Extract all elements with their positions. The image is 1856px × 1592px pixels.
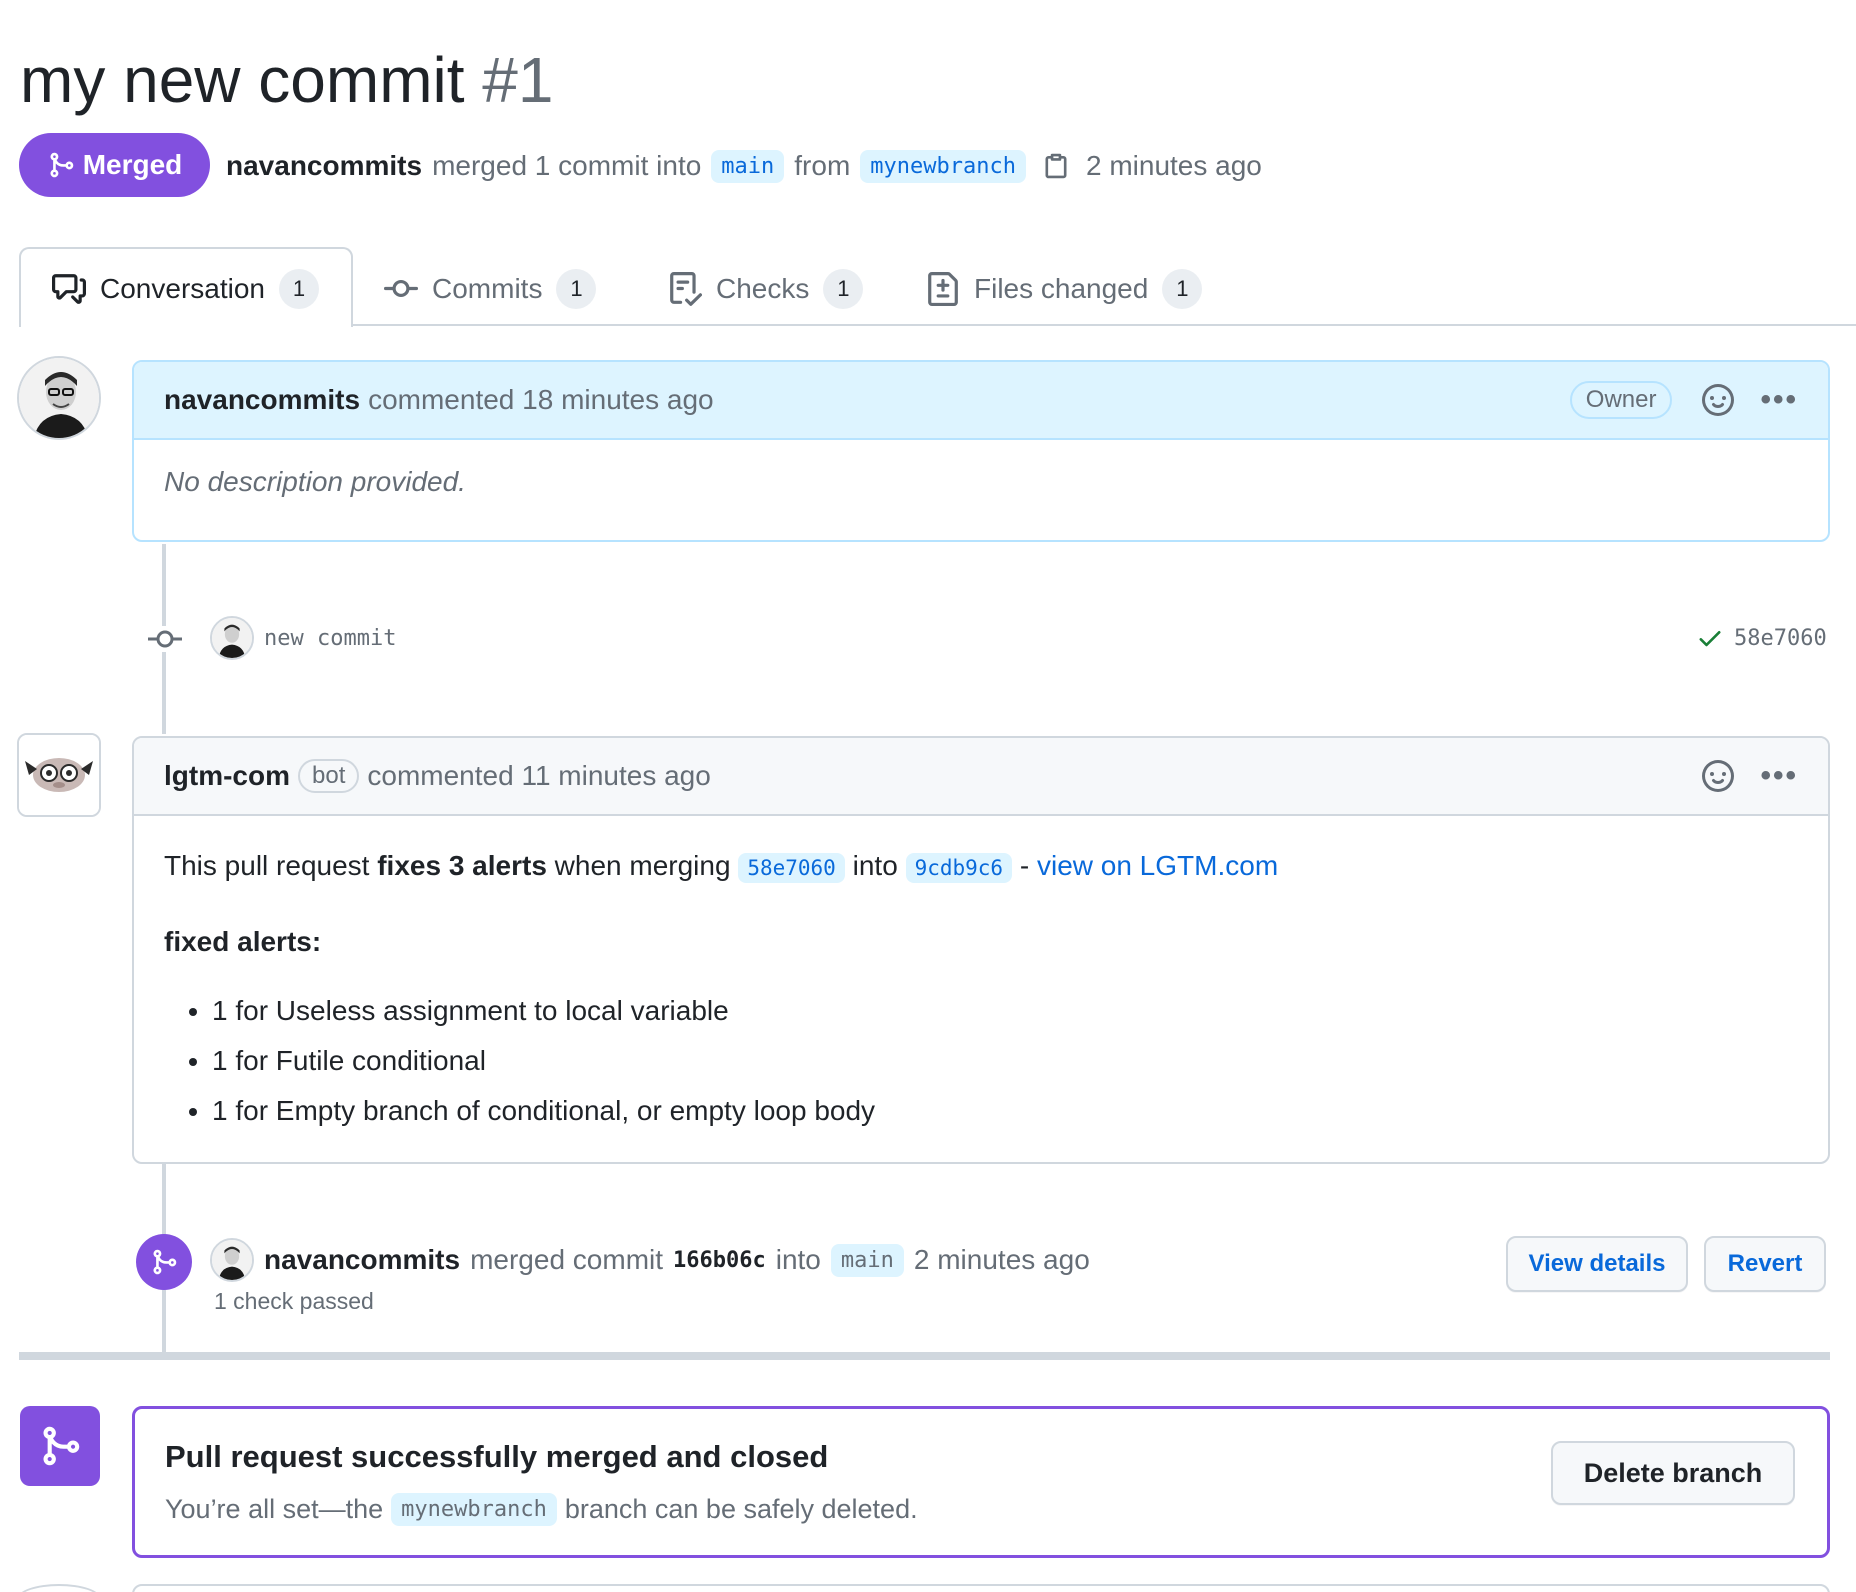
merged-desc-text: branch can be safely deleted. [564,1494,918,1524]
checklist-icon [668,272,702,306]
avatar[interactable] [210,616,254,660]
merged-description: You’re all set—the mynewbranch branch ca… [165,1493,918,1526]
base-branch[interactable]: main [711,149,785,183]
pr-title: my new commit #1 [20,40,553,120]
commit-message-link[interactable]: new commit [264,626,396,651]
bot-badge: bot [298,759,360,793]
comment-discussion-icon [52,272,86,306]
alerts-heading: fixed alerts: [164,926,322,957]
git-merge-icon [136,1234,192,1290]
comment-action[interactable]: commented 11 minutes ago [367,760,710,792]
smiley-icon[interactable] [1700,382,1736,418]
merge-author-link[interactable]: navancommits [264,1244,460,1276]
comment-body: No description provided. [134,440,1828,524]
merge-base-branch[interactable]: main [830,1243,904,1277]
tab-files-counter: 1 [1162,269,1203,309]
tab-conversation-label: Conversation [100,273,265,304]
tab-commits[interactable]: Commits 1 [384,262,597,316]
lgtm-link[interactable]: view on LGTM.com [1037,850,1278,881]
merge-text: merged 1 commit into [432,150,702,181]
pr-time: 2 minutes ago [1085,150,1262,181]
file-diff-icon [926,272,960,306]
kebab-horizontal-icon[interactable]: ••• [1760,759,1798,793]
into-text: into [775,1244,821,1275]
comment-header: lgtm-com bot commented 11 minutes ago ••… [134,738,1828,816]
merged-status-box: Pull request successfully merged and clo… [132,1406,1830,1558]
timeline-divider [19,1352,1830,1360]
head-branch[interactable]: mynewbranch [860,149,1026,183]
merge-time[interactable]: 2 minutes ago [914,1244,1090,1276]
comment-card: navancommits commented 18 minutes ago Ow… [132,360,1830,542]
alerts-list: 1 for Useless assignment to local variab… [164,986,1798,1136]
merged-state-badge: Merged [19,133,210,197]
git-commit-icon [384,272,418,306]
pr-author-link[interactable]: navancommits [226,150,422,182]
list-item: 1 for Empty branch of conditional, or em… [212,1086,1798,1136]
owner-badge: Owner [1569,381,1673,419]
delete-branch-button[interactable]: Delete branch [1551,1441,1795,1505]
merged-desc-text: You’re all set—the [165,1494,384,1524]
merge-commit-sha-link[interactable]: 166b06c [673,1248,766,1273]
avatar[interactable] [210,1238,254,1282]
view-details-button[interactable]: View details [1506,1236,1688,1292]
bot-avatar[interactable] [17,733,101,817]
comment-author-link[interactable]: navancommits [164,384,360,416]
git-commit-icon [148,626,182,657]
smiley-icon[interactable] [1700,758,1736,794]
pr-title-text: my new commit [20,44,465,116]
tab-checks-label: Checks [716,273,810,304]
tab-files-label: Files changed [974,273,1149,304]
avatar[interactable] [17,356,101,440]
git-merge-icon [20,1406,100,1486]
list-item: 1 for Futile conditional [212,1036,1798,1086]
summary-bold: fixes 3 alerts [377,850,547,881]
merge-event: navancommits merged commit 166b06c into … [210,1238,1090,1282]
commit-sha-link[interactable]: 58e7060 [1734,626,1827,651]
comment-body-text: No description provided. [164,466,466,497]
comment-card: lgtm-com bot commented 11 minutes ago ••… [132,736,1830,1164]
merged-title: Pull request successfully merged and clo… [165,1439,829,1474]
copy-icon[interactable] [1042,152,1070,180]
revert-button[interactable]: Revert [1704,1236,1826,1292]
merged-branch[interactable]: mynewbranch [391,1493,557,1526]
summary-text: This pull request [164,850,370,881]
tab-files-changed[interactable]: Files changed 1 [926,262,1203,316]
pr-number: #1 [482,44,554,116]
comment-author-link[interactable]: lgtm-com [164,760,290,792]
lgtm-summary: This pull request fixes 3 alerts when me… [164,844,1798,890]
tab-conversation-counter: 1 [278,269,319,309]
tab-commits-label: Commits [432,273,543,304]
tab-checks-counter: 1 [823,269,864,309]
dash-text: - [1019,850,1030,881]
comment-card [132,1584,1830,1592]
commit-status: 58e7060 [1696,624,1827,652]
comment-body: This pull request fixes 3 alerts when me… [134,816,1828,1162]
tab-commits-counter: 1 [556,269,597,309]
list-item: 1 for Useless assignment to local variab… [212,986,1798,1036]
checks-status[interactable]: 1 check passed [214,1288,374,1315]
summary-text: when merging [554,850,731,881]
tab-conversation[interactable]: Conversation 1 [52,262,319,316]
sha-to-link[interactable]: 9cdb9c6 [905,853,1013,883]
state-label: Merged [82,149,183,180]
git-merge-icon [47,151,75,179]
sha-from-link[interactable]: 58e7060 [738,853,845,883]
avatar[interactable] [17,1584,101,1592]
tab-checks[interactable]: Checks 1 [668,262,864,316]
from-text: from [794,150,851,181]
pr-meta: navancommits merged 1 commit into main f… [226,140,1262,192]
kebab-horizontal-icon[interactable]: ••• [1760,383,1798,417]
check-icon[interactable] [1696,624,1724,652]
commit-item: new commit [210,616,396,660]
comment-action[interactable]: commented 18 minutes ago [368,384,714,416]
comment-header: navancommits commented 18 minutes ago Ow… [134,362,1828,440]
into-text: into [852,850,898,881]
merge-event-text: merged commit [470,1244,664,1275]
